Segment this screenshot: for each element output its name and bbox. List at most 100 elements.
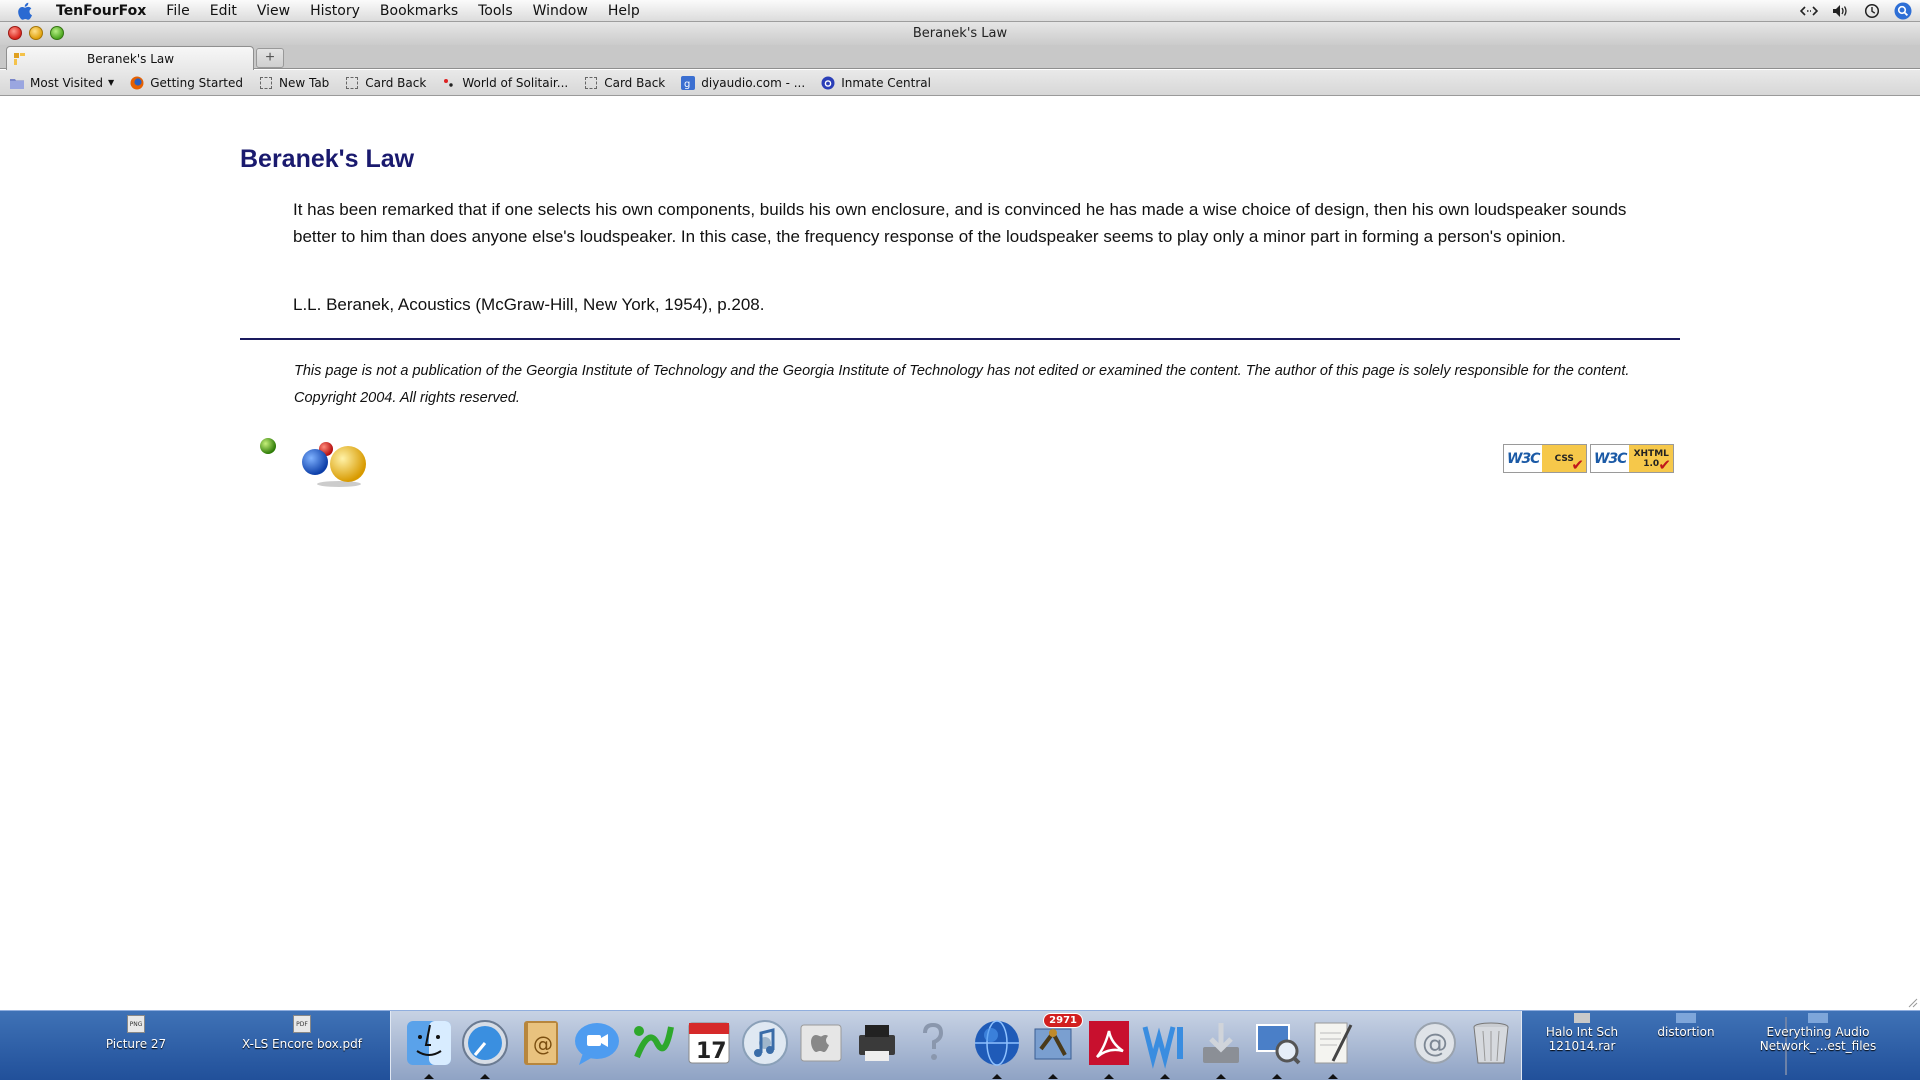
folder-icon (10, 76, 24, 90)
tab-label: Beranek's Law (87, 51, 175, 66)
mail-stack-icon[interactable]: @ (1409, 1017, 1461, 1069)
network-globe-icon[interactable] (971, 1017, 1023, 1069)
page-icon (345, 76, 359, 90)
window-title-bar[interactable]: Beranek's Law (0, 22, 1920, 45)
bookmark-card-back-2[interactable]: Card Back (584, 76, 665, 90)
bookmark-card-back[interactable]: Card Back (345, 76, 426, 90)
running-indicator (1160, 1074, 1170, 1079)
ichat-icon[interactable] (571, 1017, 623, 1069)
checkmark-icon: ✔ (1571, 456, 1584, 474)
tab-strip: Beranek's Law + (0, 45, 1920, 70)
apple-menu-icon[interactable] (18, 2, 40, 20)
finder-icon[interactable] (403, 1017, 455, 1069)
menu-file[interactable]: File (156, 0, 199, 22)
menu-edit[interactable]: Edit (200, 0, 247, 22)
running-indicator (992, 1074, 1002, 1079)
menu-history[interactable]: History (300, 0, 370, 22)
desktop-file-xls-encore[interactable]: PDF X-LS Encore box.pdf (232, 1015, 372, 1051)
svg-text:@: @ (1422, 1029, 1448, 1059)
textedit-icon[interactable] (1307, 1017, 1359, 1069)
acrobat-icon[interactable] (1083, 1017, 1135, 1069)
disclaimer: This page is not a publication of the Ge… (294, 358, 1684, 412)
minimize-window-button[interactable] (29, 26, 43, 40)
firefox-icon (130, 76, 144, 90)
bookmark-world-of-solitaire[interactable]: World of Solitair... (442, 76, 568, 90)
menu-bookmarks[interactable]: Bookmarks (370, 0, 468, 22)
checkmark-icon: ✔ (1658, 456, 1671, 474)
svg-text:g: g (684, 79, 690, 90)
running-indicator (480, 1074, 490, 1079)
menu-window[interactable]: Window (523, 0, 598, 22)
system-profiler-icon[interactable] (795, 1017, 847, 1069)
gt-logo-balls-icon[interactable] (299, 440, 371, 488)
desktop-file-label-line2: Network_...est_files (1759, 1039, 1877, 1053)
desktop-folder-everything-audio[interactable]: Everything Audio Network_...est_files (1746, 1013, 1890, 1053)
downloader-icon[interactable] (1195, 1017, 1247, 1069)
png-thumbnail-icon: PNG (127, 1015, 145, 1033)
printer-icon[interactable] (851, 1017, 903, 1069)
safari-icon[interactable] (459, 1017, 511, 1069)
badge-kind: XHTML 1.0 ✔ (1629, 445, 1673, 474)
inmate-icon (821, 76, 835, 90)
bookmark-diyaudio[interactable]: g diyaudio.com - ... (681, 75, 806, 90)
desktop-file-label-line2: 121014.rar (1548, 1039, 1616, 1053)
close-window-button[interactable] (8, 26, 22, 40)
menu-tools[interactable]: Tools (468, 0, 523, 22)
green-ball-icon[interactable] (258, 436, 278, 456)
script-menu-icon[interactable] (1800, 5, 1818, 17)
address-book-icon[interactable]: @ (515, 1017, 567, 1069)
desktop-file-label-line1: Everything Audio (1766, 1025, 1870, 1039)
running-indicator (424, 1074, 434, 1079)
ical-date-label: 17 (696, 1039, 727, 1064)
itunes-icon[interactable] (739, 1017, 791, 1069)
bookmark-label: World of Solitair... (462, 75, 569, 90)
w3c-logo: W3C (1507, 450, 1540, 467)
desktop-file-label: Picture 27 (105, 1037, 167, 1051)
volume-icon[interactable] (1832, 4, 1850, 18)
trash-icon[interactable] (1465, 1017, 1517, 1069)
dock-shelf: @ 17 2971 @ (390, 1011, 1787, 1080)
desktop-file-halo[interactable]: Halo Int Sch 121014.rar (1534, 1013, 1630, 1053)
bookmark-most-visited[interactable]: Most Visited ▼ (10, 76, 114, 90)
tab-active[interactable]: Beranek's Law (6, 46, 254, 70)
ical-icon[interactable]: 17 (683, 1017, 735, 1069)
page-title: Beranek's Law (240, 145, 415, 173)
badge-kind-version: 1.0 (1643, 458, 1660, 469)
desktop-file-label: X-LS Encore box.pdf (241, 1037, 363, 1051)
w3c-xhtml-badge[interactable]: W3C XHTML 1.0 ✔ (1590, 444, 1674, 473)
bookmark-label: Getting Started (150, 75, 243, 90)
menu-app-name[interactable]: TenFourFox (52, 0, 156, 22)
bookmark-getting-started[interactable]: Getting Started (130, 76, 243, 90)
running-indicator (1104, 1074, 1114, 1079)
zoom-window-button[interactable] (50, 26, 64, 40)
chevron-down-icon: ▼ (108, 78, 115, 87)
bookmark-label: diyaudio.com - ... (701, 75, 806, 90)
new-tab-button[interactable]: + (256, 48, 284, 68)
bookmark-label: New Tab (278, 75, 330, 90)
pdf-thumbnail-icon: PDF (293, 1015, 311, 1033)
bookmark-label: Card Back (365, 75, 427, 90)
running-indicator (1048, 1074, 1058, 1079)
menu-view[interactable]: View (247, 0, 300, 22)
help-icon[interactable] (907, 1017, 959, 1069)
bookmark-new-tab[interactable]: New Tab (259, 76, 329, 90)
app-icon[interactable] (627, 1017, 679, 1069)
page-icon (584, 76, 598, 90)
bookmark-inmate-central[interactable]: Inmate Central (821, 76, 931, 90)
menu-help[interactable]: Help (598, 0, 650, 22)
preview-icon[interactable] (1251, 1017, 1303, 1069)
time-machine-icon[interactable] (1864, 3, 1880, 19)
resize-grip-icon[interactable] (1906, 996, 1918, 1008)
folder-icon (1676, 1013, 1696, 1023)
page-content: Beranek's Law It has been remarked that … (0, 97, 1920, 1010)
mail-app[interactable]: 2971 (1027, 1013, 1083, 1069)
dock: PNG Picture 27 PDF X-LS Encore box.pdf @… (0, 1010, 1920, 1080)
desktop-folder-distortion[interactable]: distortion (1640, 1013, 1732, 1039)
svg-text:@: @ (533, 1032, 553, 1056)
spotlight-icon[interactable] (1894, 2, 1912, 20)
w3c-css-badge[interactable]: W3C CSS ✔ (1503, 444, 1587, 473)
desktop-file-picture-27[interactable]: PNG Picture 27 (96, 1015, 176, 1051)
word-icon[interactable] (1139, 1017, 1191, 1069)
desktop-file-label-line1: distortion (1657, 1025, 1715, 1039)
mail-unread-badge: 2971 (1043, 1013, 1083, 1028)
